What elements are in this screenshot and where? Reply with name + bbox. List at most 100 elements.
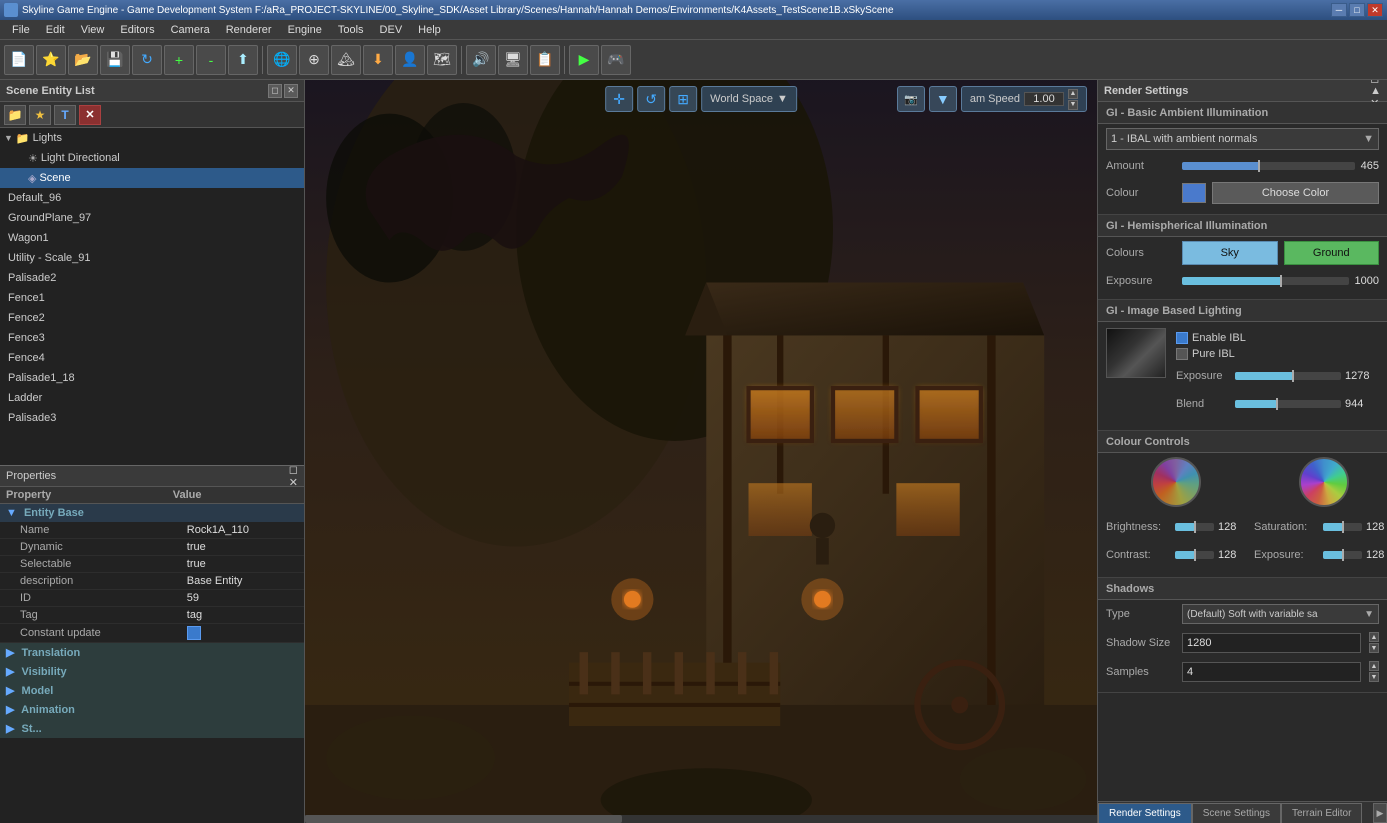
gi-basic-choose-color-btn[interactable]: Choose Color xyxy=(1212,182,1379,204)
toolbar-btn-export[interactable]: ⬆ xyxy=(228,45,258,75)
tree-item-fence4[interactable]: Fence4 xyxy=(0,348,304,368)
tab-terrain-editor[interactable]: Terrain Editor xyxy=(1281,803,1362,823)
toolbar-btn-scene[interactable]: 🏔 xyxy=(331,45,361,75)
tree-item-default96[interactable]: Default_96 xyxy=(0,188,304,208)
vp-btn-move[interactable]: ✛ xyxy=(605,86,633,112)
tree-item-light-directional[interactable]: ☀ Light Directional xyxy=(0,148,304,168)
menu-camera[interactable]: Camera xyxy=(163,22,218,38)
prop-section-model[interactable]: ▶ Model xyxy=(0,681,304,700)
tree-item-groundplane97[interactable]: GroundPlane_97 xyxy=(0,208,304,228)
viewport-scrollbar-thumb[interactable] xyxy=(305,815,622,823)
scene-entity-pin-btn[interactable]: ◻ xyxy=(268,84,282,98)
tab-scene-settings[interactable]: Scene Settings xyxy=(1192,803,1281,823)
gi-ibl-pure-checkbox[interactable] xyxy=(1176,348,1188,360)
constant-update-checkbox[interactable] xyxy=(187,626,201,640)
prop-section-animation[interactable]: ▶ Animation xyxy=(0,700,304,719)
tree-item-palisade2[interactable]: Palisade2 xyxy=(0,268,304,288)
shadows-type-dropdown[interactable]: (Default) Soft with variable sa ▼ xyxy=(1182,604,1379,624)
menu-engine[interactable]: Engine xyxy=(280,22,330,38)
shadows-size-down[interactable]: ▼ xyxy=(1369,643,1379,653)
menu-tools[interactable]: Tools xyxy=(330,22,372,38)
toolbar-btn-import[interactable]: ⬇ xyxy=(363,45,393,75)
menu-renderer[interactable]: Renderer xyxy=(218,22,280,38)
tree-item-fence2[interactable]: Fence2 xyxy=(0,308,304,328)
tree-item-utility-scale[interactable]: Utility - Scale_91 xyxy=(0,248,304,268)
toolbar-btn-play[interactable]: ▶ xyxy=(569,45,599,75)
vp-btn-scale[interactable]: ⊞ xyxy=(669,86,697,112)
bottom-tab-expand-btn[interactable]: ▶ xyxy=(1373,803,1387,823)
gi-ibl-blend-slider[interactable] xyxy=(1235,397,1341,411)
vp-btn-cam-dropdown[interactable]: ▼ xyxy=(929,86,957,112)
gi-ibl-enable-checkbox[interactable] xyxy=(1176,332,1188,344)
gi-hemi-sky-btn[interactable]: Sky xyxy=(1182,241,1278,265)
toolbar-btn-ui[interactable]: 🖥 xyxy=(498,45,528,75)
gi-basic-colour-swatch[interactable] xyxy=(1182,183,1206,203)
toolbar-btn-open[interactable]: 📂 xyxy=(68,45,98,75)
viewport[interactable]: ✛ ↺ ⊞ World Space ▼ 📷 ▼ am Speed 1.00 ▲ … xyxy=(305,80,1097,823)
set-star-btn[interactable]: ★ xyxy=(29,105,51,125)
shadows-samples-down[interactable]: ▼ xyxy=(1369,672,1379,682)
properties-pin-btn[interactable]: ◻ xyxy=(289,463,298,476)
vp-speed-dropdown[interactable]: am Speed 1.00 ▲ ▼ xyxy=(961,86,1087,112)
shadows-samples-up[interactable]: ▲ xyxy=(1369,661,1379,671)
toolbar-btn-minus[interactable]: - xyxy=(196,45,226,75)
vp-worldspace-dropdown[interactable]: World Space ▼ xyxy=(701,86,797,112)
menu-edit[interactable]: Edit xyxy=(38,22,73,38)
prop-section-visibility[interactable]: ▶ Visibility xyxy=(0,662,304,681)
toolbar-btn-new[interactable]: 📄 xyxy=(4,45,34,75)
gi-basic-amount-slider[interactable] xyxy=(1182,159,1355,173)
contrast-slider[interactable] xyxy=(1175,548,1214,562)
tree-item-fence1[interactable]: Fence1 xyxy=(0,288,304,308)
vp-speed-down[interactable]: ▼ xyxy=(1068,100,1078,110)
tree-item-palisade3[interactable]: Palisade3 xyxy=(0,408,304,428)
tree-item-scene[interactable]: ◈ Scene xyxy=(0,168,304,188)
prop-section-translation[interactable]: ▶ Translation xyxy=(0,642,304,662)
toolbar-btn-gamepad[interactable]: 🎮 xyxy=(601,45,631,75)
toolbar-btn-target[interactable]: ⊕ xyxy=(299,45,329,75)
gi-preset-dropdown[interactable]: 1 - IBAL with ambient normals ▼ xyxy=(1106,128,1379,150)
gi-hemi-ground-btn[interactable]: Ground xyxy=(1284,241,1380,265)
exposure-colour-slider[interactable] xyxy=(1323,548,1362,562)
toolbar-btn-save-yellow[interactable]: ⭐ xyxy=(36,45,66,75)
viewport-scrollbar[interactable] xyxy=(305,815,1097,823)
menu-file[interactable]: File xyxy=(4,22,38,38)
minimize-button[interactable]: ─ xyxy=(1331,3,1347,17)
scene-entity-close-btn[interactable]: ✕ xyxy=(284,84,298,98)
toolbar-btn-char[interactable]: 👤 xyxy=(395,45,425,75)
toolbar-btn-terrain[interactable]: 🗺 xyxy=(427,45,457,75)
toolbar-btn-sound[interactable]: 🔊 xyxy=(466,45,496,75)
tree-item-palisade1-18[interactable]: Palisade1_18 xyxy=(0,368,304,388)
menu-help[interactable]: Help xyxy=(410,22,449,38)
close-button[interactable]: ✕ xyxy=(1367,3,1383,17)
tree-item-ladder[interactable]: Ladder xyxy=(0,388,304,408)
render-settings-expand-btn[interactable]: ▲ xyxy=(1370,85,1381,97)
toolbar-btn-add[interactable]: + xyxy=(164,45,194,75)
saturation-color-wheel[interactable] xyxy=(1299,457,1349,507)
prop-section-stats[interactable]: ▶ St... xyxy=(0,719,304,738)
shadows-samples-input[interactable] xyxy=(1182,662,1361,682)
tree-item-fence3[interactable]: Fence3 xyxy=(0,328,304,348)
vp-btn-cam-type[interactable]: 📷 xyxy=(897,86,925,112)
set-close-btn[interactable]: ✕ xyxy=(79,105,101,125)
gi-ibl-exposure-slider[interactable] xyxy=(1235,369,1341,383)
set-folder-btn[interactable]: 📁 xyxy=(4,105,26,125)
vp-btn-rotate[interactable]: ↺ xyxy=(637,86,665,112)
toolbar-btn-globe[interactable]: 🌐 xyxy=(267,45,297,75)
brightness-color-wheel[interactable] xyxy=(1151,457,1201,507)
menu-dev[interactable]: DEV xyxy=(372,22,411,38)
shadows-size-input[interactable] xyxy=(1182,633,1361,653)
tree-item-lights[interactable]: ▼ 📁 Lights xyxy=(0,128,304,148)
toolbar-btn-script[interactable]: 📋 xyxy=(530,45,560,75)
tab-render-settings[interactable]: Render Settings xyxy=(1098,803,1192,823)
vp-speed-up[interactable]: ▲ xyxy=(1068,89,1078,99)
saturation-slider[interactable] xyxy=(1323,520,1362,534)
gi-hemi-exposure-slider[interactable] xyxy=(1182,274,1349,288)
set-text-btn[interactable]: T xyxy=(54,105,76,125)
toolbar-btn-refresh[interactable]: ↻ xyxy=(132,45,162,75)
toolbar-btn-save[interactable]: 💾 xyxy=(100,45,130,75)
brightness-slider[interactable] xyxy=(1175,520,1214,534)
shadows-size-up[interactable]: ▲ xyxy=(1369,632,1379,642)
prop-section-entity-base[interactable]: ▼ Entity Base xyxy=(0,503,304,522)
menu-editors[interactable]: Editors xyxy=(112,22,162,38)
menu-view[interactable]: View xyxy=(73,22,113,38)
